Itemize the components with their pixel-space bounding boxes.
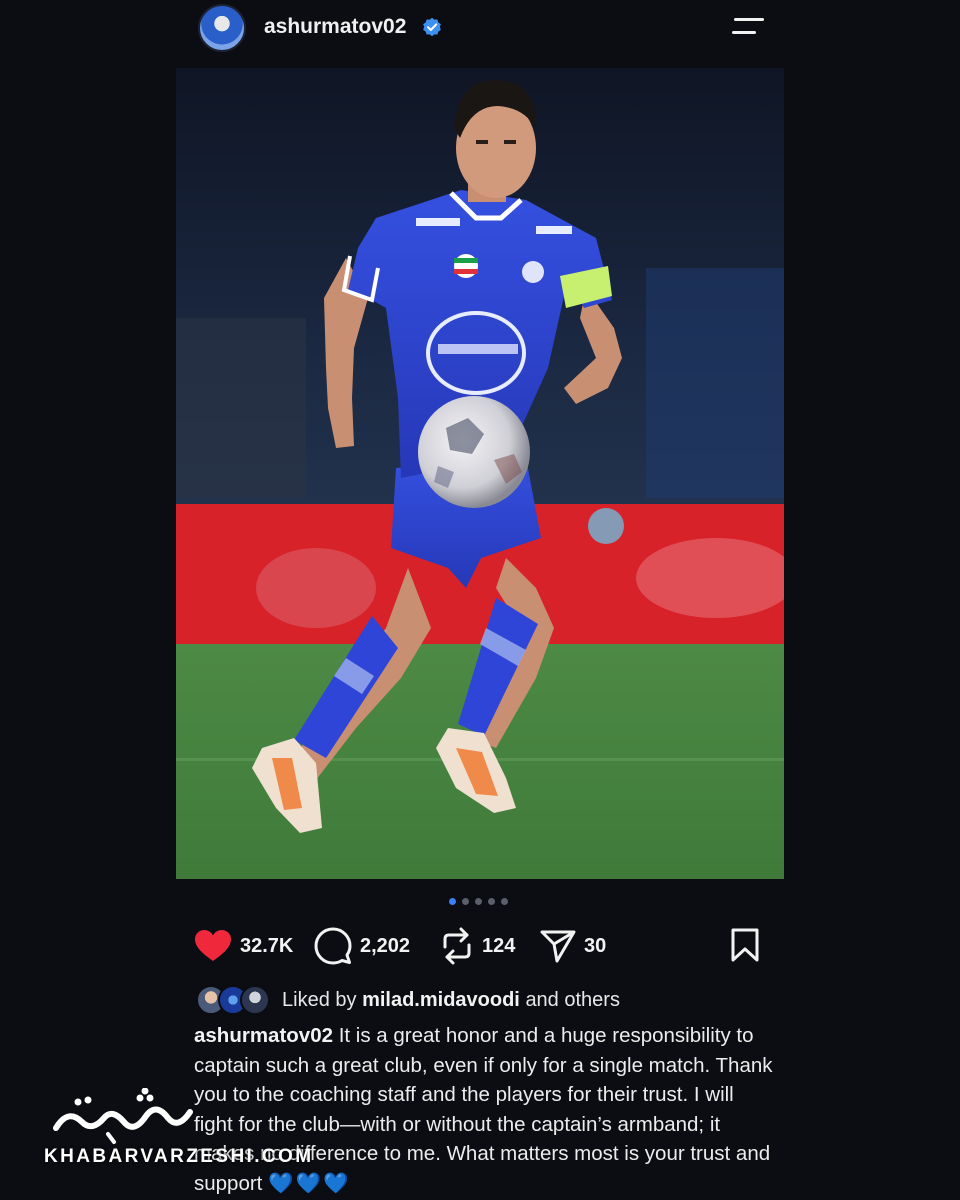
profile-avatar[interactable]: [198, 4, 246, 52]
share-count: 30: [584, 934, 607, 957]
repost-icon: [443, 927, 471, 965]
repost-button[interactable]: 124: [440, 924, 515, 968]
carousel-dot: [475, 898, 482, 905]
repost-count: 124: [482, 934, 516, 957]
liked-by-row[interactable]: Liked by milad.midavoodi and others: [196, 984, 620, 1016]
post-image[interactable]: [176, 68, 784, 879]
avatar: [240, 985, 270, 1015]
carousel-indicator: [449, 898, 508, 905]
liked-by-prefix: Liked by: [282, 988, 357, 1011]
watermark: KHABARVARZESHI.COM: [44, 1088, 324, 1178]
carousel-dot: [501, 898, 508, 905]
watermark-logo: [53, 1088, 193, 1144]
carousel-dot: [488, 898, 495, 905]
comment-count: 2,202: [360, 934, 411, 957]
post-header: ashurmatov02: [176, 0, 784, 60]
like-count: 32.7K: [240, 934, 294, 957]
comment-icon: [314, 927, 352, 965]
send-icon: [540, 930, 576, 963]
liked-by-text: Liked by milad.midavoodi and others: [282, 989, 620, 1012]
share-button[interactable]: 30: [540, 924, 606, 968]
username[interactable]: ashurmatov02: [264, 15, 406, 39]
watermark-brand: KHABARVARZESHI.COM: [44, 1146, 314, 1167]
carousel-dot: [449, 898, 456, 905]
verified-badge-icon: [423, 17, 441, 37]
comment-button[interactable]: 2,202: [314, 924, 410, 968]
liked-by-avatars: [196, 985, 272, 1015]
bookmark-icon[interactable]: [730, 928, 760, 962]
heart-icon: [195, 930, 231, 961]
liked-by-suffix: and others: [525, 988, 620, 1011]
carousel-dot: [462, 898, 469, 905]
action-bar: 32.7K 2,202 124 30: [194, 924, 774, 968]
liked-by-user[interactable]: milad.midavoodi: [362, 989, 520, 1011]
caption-author[interactable]: ashurmatov02: [194, 1024, 333, 1047]
menu-icon[interactable]: [732, 18, 766, 38]
like-button[interactable]: 32.7K: [194, 924, 293, 968]
player-photo: [176, 68, 784, 879]
